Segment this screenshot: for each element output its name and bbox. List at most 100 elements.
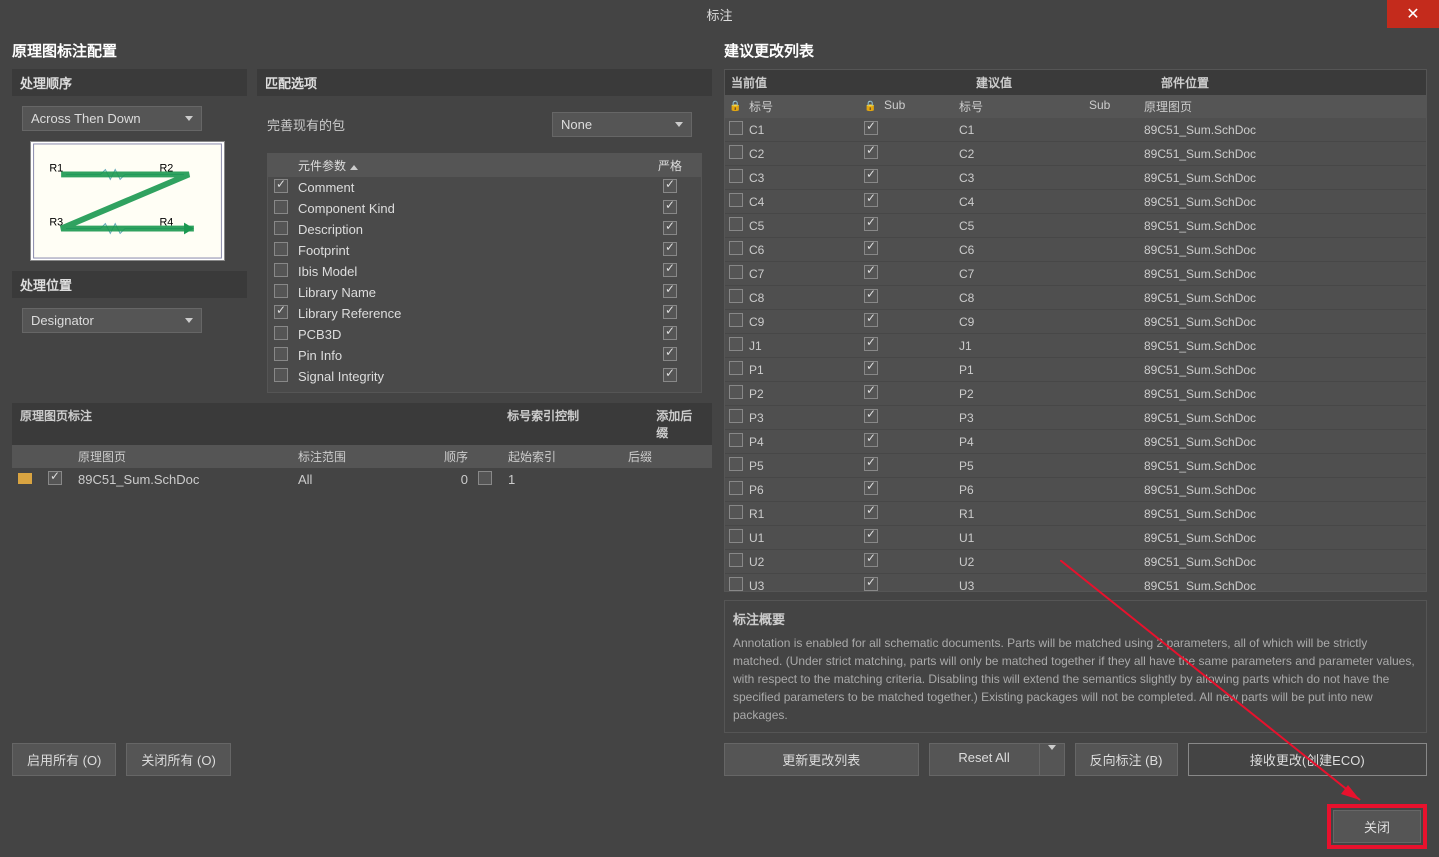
row-sub-checkbox[interactable] (864, 529, 878, 543)
row-lock-checkbox[interactable] (729, 505, 743, 519)
row-sub-checkbox[interactable] (864, 385, 878, 399)
close-button[interactable]: 关闭 (1333, 810, 1421, 843)
row-lock-checkbox[interactable] (729, 265, 743, 279)
row-sub-checkbox[interactable] (864, 433, 878, 447)
row-lock-checkbox[interactable] (729, 409, 743, 423)
row-sub-checkbox[interactable] (864, 313, 878, 327)
window-close-button[interactable]: ✕ (1387, 0, 1439, 28)
row-lock-checkbox[interactable] (729, 529, 743, 543)
row-sub-checkbox[interactable] (864, 265, 878, 279)
row-sub-checkbox[interactable] (864, 337, 878, 351)
param-row[interactable]: Signal Integrity (268, 366, 701, 387)
accept-changes-button[interactable]: 接收更改(创建ECO) (1188, 743, 1427, 776)
param-row[interactable]: Library Name (268, 282, 701, 303)
location-dropdown[interactable]: Designator (22, 308, 202, 333)
row-sub-checkbox[interactable] (864, 481, 878, 495)
param-enable-checkbox[interactable] (274, 221, 288, 235)
change-row[interactable]: P1 P1 89C51_Sum.SchDoc (725, 358, 1426, 382)
row-lock-checkbox[interactable] (729, 241, 743, 255)
row-lock-checkbox[interactable] (729, 577, 743, 591)
param-row[interactable]: PCB3D (268, 324, 701, 345)
change-row[interactable]: P4 P4 89C51_Sum.SchDoc (725, 430, 1426, 454)
complete-pkg-dropdown[interactable]: None (552, 112, 692, 137)
change-row[interactable]: P2 P2 89C51_Sum.SchDoc (725, 382, 1426, 406)
row-lock-checkbox[interactable] (729, 313, 743, 327)
param-row[interactable]: Library Reference (268, 303, 701, 324)
change-row[interactable]: P3 P3 89C51_Sum.SchDoc (725, 406, 1426, 430)
param-enable-checkbox[interactable] (274, 347, 288, 361)
disable-all-button[interactable]: 关闭所有 (O) (126, 743, 230, 776)
row-sub-checkbox[interactable] (864, 193, 878, 207)
param-row[interactable]: Comment (268, 177, 701, 198)
change-row[interactable]: C6 C6 89C51_Sum.SchDoc (725, 238, 1426, 262)
row-sub-checkbox[interactable] (864, 457, 878, 471)
row-lock-checkbox[interactable] (729, 337, 743, 351)
param-row[interactable]: Ibis Model (268, 261, 701, 282)
change-row[interactable]: U3 U3 89C51_Sum.SchDoc (725, 574, 1426, 591)
row-sub-checkbox[interactable] (864, 217, 878, 231)
change-row[interactable]: R1 R1 89C51_Sum.SchDoc (725, 502, 1426, 526)
col-des-cur[interactable]: 标号 (745, 95, 860, 118)
col-sheet[interactable]: 原理图页 (1140, 95, 1426, 118)
back-annotate-button[interactable]: 反向标注 (B) (1075, 743, 1178, 776)
row-lock-checkbox[interactable] (729, 553, 743, 567)
change-row[interactable]: J1 J1 89C51_Sum.SchDoc (725, 334, 1426, 358)
row-lock-checkbox[interactable] (729, 121, 743, 135)
param-enable-checkbox[interactable] (274, 200, 288, 214)
col-sub-cur[interactable]: Sub (880, 95, 955, 118)
row-lock-checkbox[interactable] (729, 385, 743, 399)
change-row[interactable]: C7 C7 89C51_Sum.SchDoc (725, 262, 1426, 286)
reset-all-dropdown[interactable] (1039, 743, 1065, 776)
change-row[interactable]: U1 U1 89C51_Sum.SchDoc (725, 526, 1426, 550)
row-lock-checkbox[interactable] (729, 145, 743, 159)
sheet-row[interactable]: 89C51_Sum.SchDoc All 0 1 (12, 468, 712, 491)
order-dropdown[interactable]: Across Then Down (22, 106, 202, 131)
param-strict-checkbox[interactable] (663, 347, 677, 361)
sheet-enable-checkbox[interactable] (48, 471, 62, 485)
col-sub-prop[interactable]: Sub (1085, 95, 1140, 118)
param-enable-checkbox[interactable] (274, 263, 288, 277)
param-strict-checkbox[interactable] (663, 368, 677, 382)
row-sub-checkbox[interactable] (864, 169, 878, 183)
change-row[interactable]: P6 P6 89C51_Sum.SchDoc (725, 478, 1426, 502)
param-enable-checkbox[interactable] (274, 326, 288, 340)
param-strict-checkbox[interactable] (663, 263, 677, 277)
param-row[interactable]: Description (268, 219, 701, 240)
change-row[interactable]: C3 C3 89C51_Sum.SchDoc (725, 166, 1426, 190)
row-sub-checkbox[interactable] (864, 289, 878, 303)
change-row[interactable]: C1 C1 89C51_Sum.SchDoc (725, 118, 1426, 142)
change-row[interactable]: C4 C4 89C51_Sum.SchDoc (725, 190, 1426, 214)
row-lock-checkbox[interactable] (729, 169, 743, 183)
param-strict-checkbox[interactable] (663, 200, 677, 214)
row-lock-checkbox[interactable] (729, 361, 743, 375)
row-sub-checkbox[interactable] (864, 145, 878, 159)
row-lock-checkbox[interactable] (729, 289, 743, 303)
row-lock-checkbox[interactable] (729, 433, 743, 447)
col-des-prop[interactable]: 标号 (955, 95, 1085, 118)
change-row[interactable]: C9 C9 89C51_Sum.SchDoc (725, 310, 1426, 334)
row-lock-checkbox[interactable] (729, 481, 743, 495)
row-sub-checkbox[interactable] (864, 241, 878, 255)
param-enable-checkbox[interactable] (274, 179, 288, 193)
param-strict-checkbox[interactable] (663, 284, 677, 298)
param-enable-checkbox[interactable] (274, 305, 288, 319)
param-strict-checkbox[interactable] (663, 326, 677, 340)
reset-all-button[interactable]: Reset All (929, 743, 1039, 776)
param-strict-checkbox[interactable] (663, 179, 677, 193)
row-sub-checkbox[interactable] (864, 505, 878, 519)
change-row[interactable]: C5 C5 89C51_Sum.SchDoc (725, 214, 1426, 238)
param-enable-checkbox[interactable] (274, 368, 288, 382)
change-row[interactable]: U2 U2 89C51_Sum.SchDoc (725, 550, 1426, 574)
enable-all-button[interactable]: 启用所有 (O) (12, 743, 116, 776)
change-row[interactable]: C8 C8 89C51_Sum.SchDoc (725, 286, 1426, 310)
change-row[interactable]: P5 P5 89C51_Sum.SchDoc (725, 454, 1426, 478)
param-list[interactable]: 元件参数 严格 Comment Component Kind Descripti… (267, 153, 702, 393)
param-row[interactable]: Footprint (268, 240, 701, 261)
param-strict-checkbox[interactable] (663, 221, 677, 235)
update-list-button[interactable]: 更新更改列表 (724, 743, 919, 776)
param-enable-checkbox[interactable] (274, 242, 288, 256)
row-sub-checkbox[interactable] (864, 553, 878, 567)
row-lock-checkbox[interactable] (729, 193, 743, 207)
change-row[interactable]: C2 C2 89C51_Sum.SchDoc (725, 142, 1426, 166)
row-lock-checkbox[interactable] (729, 217, 743, 231)
